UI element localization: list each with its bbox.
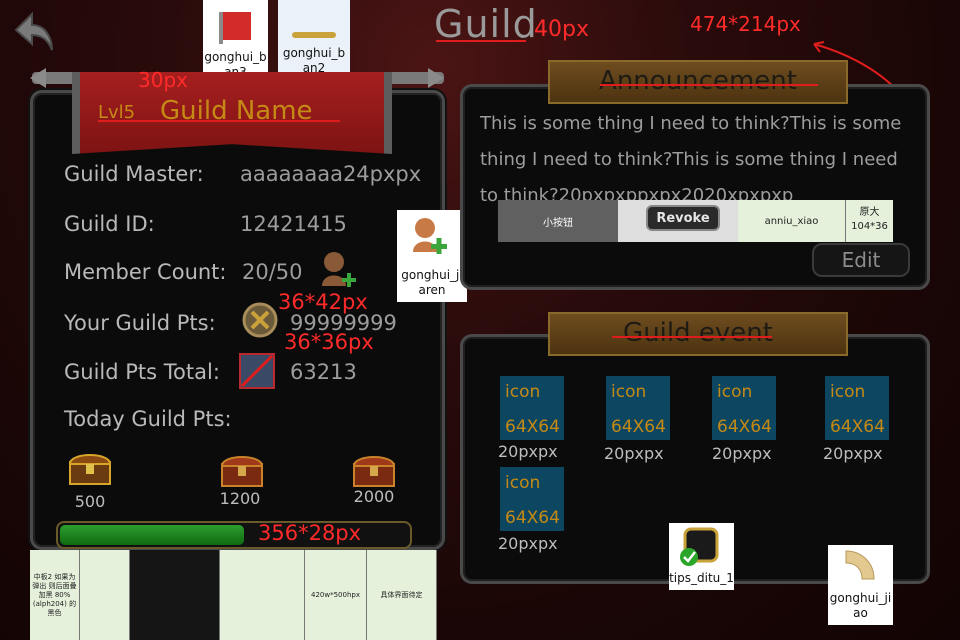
annotation-size-note: 420w*500hpx [305, 550, 367, 640]
member-count-label: Member Count: [64, 260, 227, 284]
anniu-xiao-label: anniu_xiao [738, 200, 845, 242]
annotation-note-1: 中板2 如果为弹出 则后面叠加黑 80%(alph204) 的 黑色 [30, 550, 80, 640]
panel-size-note: 474*214px [690, 12, 801, 36]
chest-500-label: 500 [74, 492, 106, 511]
guild-pts-total-label: Guild Pts Total: [64, 360, 220, 384]
event-icon[interactable]: icon 64X64 [606, 376, 670, 440]
guild-event-underline [612, 336, 772, 338]
event-icon-size: 64X64 [505, 508, 560, 528]
event-label: 20pxpx [604, 444, 664, 463]
guild-master-value: aaaaaaaa24pxpx [240, 162, 422, 186]
guild-name-underline [98, 120, 340, 122]
event-icon[interactable]: icon 64X64 [500, 467, 564, 531]
annotation-col-4 [220, 550, 305, 640]
guild-id-value: 12421415 [240, 212, 347, 236]
announcement-banner: Announcement [548, 60, 848, 104]
event-icon-text: icon [717, 382, 753, 402]
event-icon-text: icon [505, 382, 541, 402]
event-icon-size: 64X64 [717, 417, 772, 437]
original-size-line-1: 原大 [859, 207, 880, 218]
event-label: 20pxpx [498, 534, 558, 553]
guild-pts-total-value: 63213 [290, 360, 357, 384]
red-flag-icon [219, 12, 251, 44]
event-icon-text: icon [611, 382, 647, 402]
gold-rod-icon [292, 32, 336, 38]
title-underline [436, 40, 526, 42]
today-guild-pts-label: Today Guild Pts: [64, 407, 232, 431]
announcement-line-2: thing I need to think?This is some thing… [480, 149, 898, 170]
guild-master-label: Guild Master: [64, 162, 204, 186]
add-member-sample-icon [413, 218, 447, 254]
gonghui-jiao-label: gonghui_ji ao [829, 591, 892, 620]
gonghui-jiao-placeholder: gonghui_ji ao [828, 545, 893, 625]
annotation-strip: 中板2 如果为弹出 则后面叠加黑 80%(alph204) 的 黑色 420w*… [30, 550, 437, 640]
add-member-icon[interactable] [318, 250, 358, 292]
checkmark-badge-icon [680, 527, 719, 566]
announcement-title: Announcement [599, 66, 797, 96]
original-size-line-2: 104*36 [851, 221, 888, 232]
announcement-text: This is some thing I need to think?This … [480, 106, 920, 214]
chest-1200-label: 1200 [219, 489, 261, 508]
back-arrow-icon[interactable] [12, 10, 56, 54]
total-icon-size-note: 36*36px [284, 330, 374, 354]
event-icon[interactable]: icon 64X64 [500, 376, 564, 440]
event-icon[interactable]: icon 64X64 [825, 376, 889, 440]
announcement-line-1: This is some thing I need to think?This … [480, 113, 902, 134]
tips-ditu-label: tips_ditu_1 [669, 571, 734, 585]
event-label: 20pxpx [498, 442, 558, 461]
original-size-note: 原大 104*36 [845, 200, 893, 242]
chest-icon[interactable] [68, 450, 112, 486]
guild-id-label: Guild ID: [64, 212, 155, 236]
chest-icon[interactable] [220, 452, 264, 488]
member-count-value: 20/50 [242, 260, 303, 284]
event-label: 20pxpx [823, 444, 883, 463]
chest-icon[interactable] [352, 452, 396, 488]
banner-rod-right-tip [428, 68, 444, 88]
event-label: 20pxpx [712, 444, 772, 463]
gonghui-jiaren-label: gonghui_ji aren [401, 268, 463, 297]
guild-event-title: Guild event [623, 318, 773, 348]
progress-fill [60, 525, 244, 545]
guild-event-banner: Guild event [548, 312, 848, 356]
revoke-button[interactable]: Revoke [646, 205, 720, 231]
announcement-underline [600, 84, 818, 86]
annotation-col-2 [80, 550, 130, 640]
banner-rod-left-tip [30, 68, 46, 88]
small-button-sample[interactable]: 小按钮 [498, 200, 618, 242]
gonghui-ban2-placeholder: gonghui_b an2 [278, 0, 350, 80]
guild-pts-medal-icon [242, 302, 278, 338]
event-icon-size: 64X64 [611, 417, 666, 437]
gonghui-jiaren-placeholder: gonghui_ji aren [397, 210, 467, 302]
title-size-note: 40px [534, 17, 589, 42]
annotation-note-2: 具体界面待定 [367, 550, 437, 640]
event-icon-text: icon [830, 382, 866, 402]
edit-button[interactable]: Edit [812, 243, 910, 277]
event-icon[interactable]: icon 64X64 [712, 376, 776, 440]
event-icon-text: icon [505, 473, 541, 493]
event-icon-size: 64X64 [505, 417, 560, 437]
your-guild-pts-label: Your Guild Pts: [64, 311, 216, 335]
progress-size-note: 356*28px [258, 521, 362, 545]
tips-ditu-placeholder: tips_ditu_1 [669, 523, 734, 590]
annotation-col-3 [130, 550, 220, 640]
event-icon-size: 64X64 [830, 417, 885, 437]
guild-pts-total-icon [239, 353, 275, 389]
corner-ornament-icon [845, 550, 875, 580]
chest-2000-label: 2000 [353, 487, 395, 506]
banner-size-note: 30px [138, 68, 188, 92]
